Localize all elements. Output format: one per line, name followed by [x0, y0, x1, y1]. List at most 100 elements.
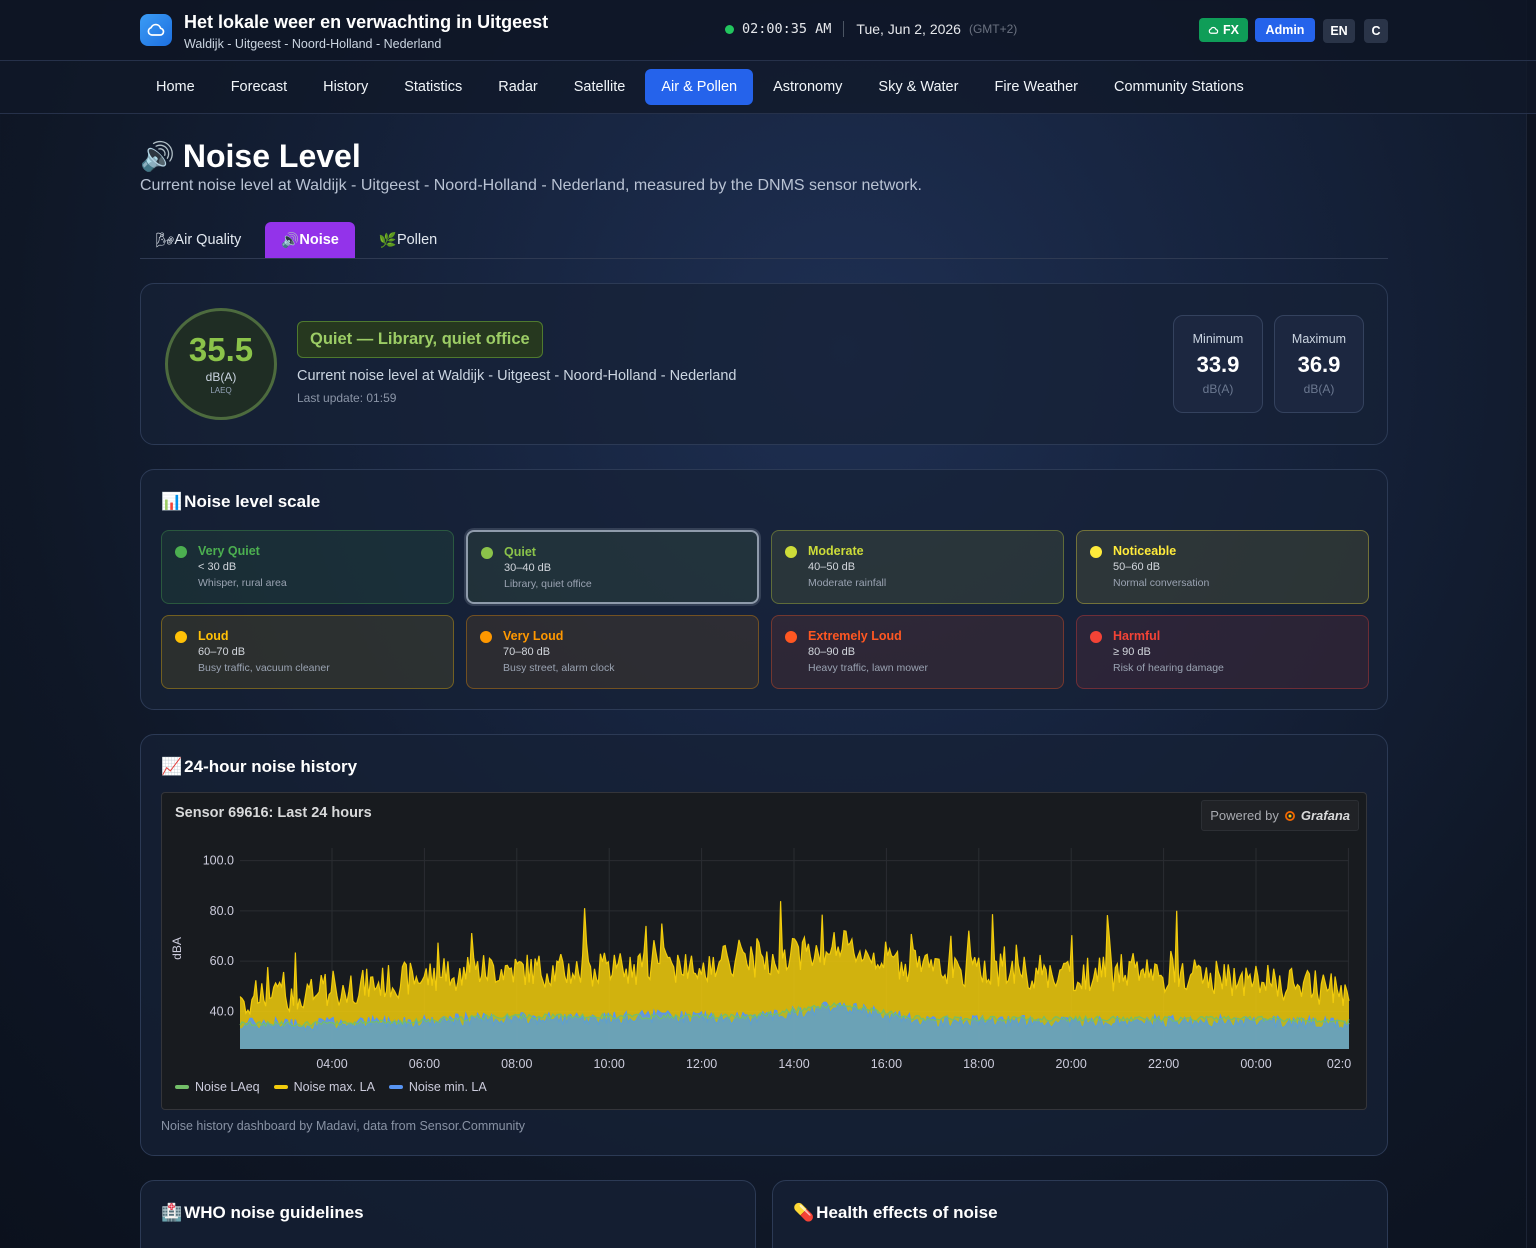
wind-icon: 🌬 [156, 232, 175, 249]
page-title: 🔊 Noise Level [140, 138, 361, 175]
scale-range: 40–50 dB [808, 561, 856, 573]
grafana-panel[interactable]: Sensor 69616: Last 24 hours Powered by G… [161, 792, 1367, 1110]
legend-item[interactable]: Noise max. LA [273, 1080, 375, 1094]
main-nav: Home Forecast History Statistics Radar Satell… [0, 61, 1536, 114]
clock-time: 02:00:35 AM [742, 21, 832, 37]
nav-item-satellite[interactable]: Satellite [558, 69, 642, 105]
scale-name: Quiet [504, 545, 536, 559]
hospital-icon: 🏥 [161, 1203, 183, 1222]
site-title[interactable]: Het lokale weer en verwachting in Uitgee… [184, 12, 548, 33]
level-dot-icon [481, 547, 493, 559]
tab-noise[interactable]: 🔊 Noise [265, 222, 355, 258]
x-tick-label: 12:00 [686, 1057, 717, 1071]
who-title-text: WHO noise guidelines [184, 1203, 364, 1222]
scale-range: < 30 dB [198, 561, 237, 573]
x-tick-label: 08:00 [501, 1057, 532, 1071]
page-description: Current noise level at Waldijk - Uitgees… [140, 177, 922, 194]
language-button[interactable]: EN [1323, 19, 1355, 43]
pill-icon: 💊 [793, 1203, 815, 1222]
maximum-value: 36.9 [1297, 352, 1341, 377]
live-dot-icon [725, 24, 734, 34]
leaf-icon: 🌿 [378, 232, 397, 249]
level-dot-icon [175, 546, 187, 558]
nav-item-history[interactable]: History [307, 69, 384, 105]
level-dot-icon [480, 631, 492, 643]
fx-label: FX [1223, 23, 1239, 37]
x-tick-label: 02:0 [1327, 1057, 1351, 1071]
maximum-box: Maximum 36.9 dB(A) [1274, 315, 1364, 413]
unit-toggle-button[interactable]: C [1364, 19, 1388, 43]
y-axis-label: dBA [170, 937, 184, 960]
cloud-icon[interactable] [140, 14, 172, 46]
bar-chart-icon: 📊 [161, 492, 183, 511]
scale-name: Moderate [808, 544, 864, 558]
scale-name: Harmful [1113, 629, 1161, 643]
nav-item-radar[interactable]: Radar [482, 69, 554, 105]
last-update: Last update: 01:59 [297, 391, 397, 405]
noise-chart[interactable]: 100.0 80.0 60.0 40.0 04:00 06:00 08:00 10:00 12:… [162, 793, 1367, 1110]
scale-description: Moderate rainfall [808, 577, 887, 589]
health-effects-card: 💊 Health effects of noise [772, 1180, 1388, 1248]
noise-unit: dB(A) [205, 370, 237, 384]
scale-range: 60–70 dB [198, 646, 246, 658]
scale-description: Whisper, rural area [198, 577, 287, 589]
subtab-bar: 🌬 Air Quality 🔊 Noise 🌿 Pollen [140, 222, 1388, 259]
minimum-box: Minimum 33.9 dB(A) [1173, 315, 1263, 413]
scale-range: ≥ 90 dB [1113, 646, 1151, 658]
health-title-text: Health effects of noise [816, 1203, 998, 1222]
nav-item-astronomy[interactable]: Astronomy [757, 69, 858, 105]
maximum-label: Maximum [1291, 332, 1347, 346]
level-dot-icon [785, 546, 797, 558]
nav-item-air-pollen[interactable]: Air & Pollen [645, 69, 754, 105]
minimum-unit: dB(A) [1202, 382, 1234, 396]
nav-item-sky-water[interactable]: Sky & Water [862, 69, 974, 105]
scale-item: Noticeable 50–60 dB Normal conversation [1076, 530, 1369, 604]
nav-item-home[interactable]: Home [140, 69, 211, 105]
nav-item-forecast[interactable]: Forecast [215, 69, 303, 105]
scale-description: Normal conversation [1113, 577, 1210, 589]
health-title: 💊 Health effects of noise [793, 1203, 998, 1223]
tab-label: Noise [299, 232, 339, 248]
scale-item: Very Loud 70–80 dB Busy street, alarm cloc… [466, 615, 759, 689]
tab-pollen[interactable]: 🌿 Pollen [363, 222, 453, 258]
who-title: 🏥 WHO noise guidelines [161, 1203, 364, 1223]
page-title-text: Noise Level [182, 138, 361, 174]
divider [843, 21, 845, 37]
scale-description: Heavy traffic, lawn mower [808, 662, 929, 674]
tab-air-quality[interactable]: 🌬 Air Quality [140, 222, 257, 258]
nav-item-community-stations[interactable]: Community Stations [1098, 69, 1260, 105]
scale-item: Very Quiet < 30 dB Whisper, rural area [161, 530, 454, 604]
legend-label: Noise min. LA [408, 1080, 487, 1094]
nav-list: Home Forecast History Statistics Radar Satell… [140, 69, 1260, 105]
noise-value: 35.5 [188, 331, 254, 368]
x-tick-label: 22:00 [1148, 1057, 1179, 1071]
y-tick-label: 100.0 [203, 854, 234, 868]
speaker-icon: 🔊 [140, 141, 175, 172]
scale-name: Noticeable [1113, 544, 1177, 558]
minimum-value: 33.9 [1196, 352, 1240, 377]
legend-item[interactable]: Noise min. LA [388, 1080, 487, 1094]
nav-item-fire-weather[interactable]: Fire Weather [978, 69, 1094, 105]
history-title-text: 24-hour noise history [184, 757, 358, 776]
scale-name: Extremely Loud [808, 629, 902, 643]
line-chart-icon: 📈 [161, 757, 183, 776]
scale-range: 50–60 dB [1113, 561, 1161, 573]
noise-history-card: 📈 24-hour noise history Sensor 69616: La… [140, 734, 1388, 1156]
current-noise-card: 35.5 dB(A) LAEQ Quiet — Library, quiet o… [140, 283, 1388, 445]
y-tick-label: 40.0 [210, 1004, 234, 1018]
legend-item[interactable]: Noise LAeq [175, 1080, 260, 1094]
tab-label: Air Quality [174, 232, 242, 248]
admin-button[interactable]: Admin [1255, 18, 1315, 42]
fx-button[interactable]: FX [1199, 18, 1248, 42]
noise-gauge: 35.5 dB(A) LAEQ [165, 308, 277, 420]
scrollbar[interactable] [1526, 0, 1536, 1248]
speaker-icon: 🔊 [281, 232, 300, 249]
y-tick-label: 80.0 [210, 904, 234, 918]
legend-swatch [273, 1085, 288, 1089]
nav-item-statistics[interactable]: Statistics [388, 69, 478, 105]
legend-swatch [175, 1085, 189, 1089]
scale-description: Busy street, alarm clock [503, 662, 615, 674]
scale-name: Very Loud [503, 629, 564, 643]
legend-label: Noise max. LA [293, 1080, 375, 1094]
scale-name: Very Quiet [198, 544, 260, 558]
